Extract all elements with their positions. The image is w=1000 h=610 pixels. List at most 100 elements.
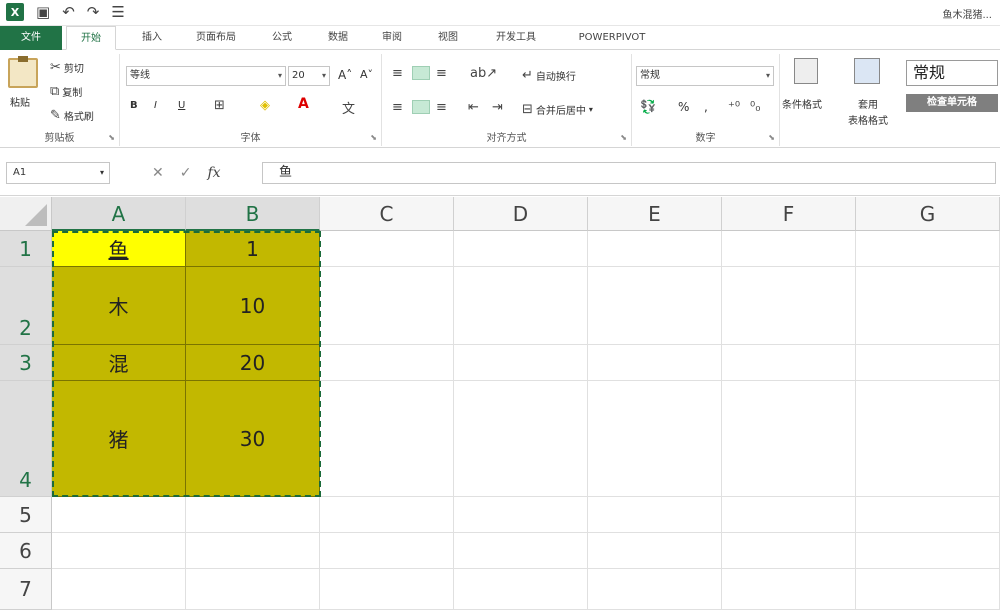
cell-b3[interactable]: 20 [186,345,320,381]
cell-e6[interactable] [588,533,722,569]
wrap-text-button[interactable]: ↵ 自动换行 [522,68,576,83]
cell-a5[interactable] [52,497,186,533]
cell-d7[interactable] [454,569,588,610]
align-center-icon[interactable] [412,100,430,114]
percent-button[interactable]: % [678,100,689,114]
tab-review[interactable]: 审阅 [372,26,412,50]
decrease-indent-icon[interactable]: ⇤ [468,100,479,115]
bold-button[interactable]: B [130,100,138,111]
fill-color-icon[interactable]: ◈ [260,98,270,113]
cell-c1[interactable] [320,231,454,267]
align-right-icon[interactable]: ≡ [436,100,447,115]
underline-button[interactable]: U [178,100,185,111]
select-all-button[interactable] [0,197,52,231]
align-bottom-icon[interactable]: ≡ [436,66,447,81]
tab-powerpivot[interactable]: POWERPIVOT [566,26,658,50]
cell-f7[interactable] [722,569,856,610]
cell-a1[interactable]: 鱼 [52,231,186,267]
cell-g7[interactable] [856,569,1000,610]
align-middle-icon[interactable] [412,66,430,80]
cell-b6[interactable] [186,533,320,569]
align-top-icon[interactable]: ≡ [392,66,403,81]
format-as-table-icon[interactable] [854,58,880,84]
cell-c3[interactable] [320,345,454,381]
accounting-format-icon[interactable]: 💱 [640,100,656,115]
alignment-launcher-icon[interactable]: ⬊ [620,133,627,142]
decrease-font-icon[interactable]: A˅ [360,68,373,81]
cell-f2[interactable] [722,267,856,345]
row-header-7[interactable]: 7 [0,569,52,610]
row-header-3[interactable]: 3 [0,345,52,381]
cell-f1[interactable] [722,231,856,267]
font-name-select[interactable]: 等线 ▾ [126,66,286,86]
cell-d3[interactable] [454,345,588,381]
row-header-6[interactable]: 6 [0,533,52,569]
increase-indent-icon[interactable]: ⇥ [492,100,503,115]
cell-a3[interactable]: 混 [52,345,186,381]
increase-font-icon[interactable]: A˄ [338,68,352,82]
tab-data[interactable]: 数据 [318,26,358,50]
undo-icon[interactable]: ↶ [62,3,75,21]
cell-d4[interactable] [454,381,588,497]
font-color-icon[interactable]: A [298,96,309,112]
orientation-icon[interactable]: ab↗ [470,66,497,81]
cell-f3[interactable] [722,345,856,381]
cell-a4[interactable]: 猪 [52,381,186,497]
cell-style-normal[interactable]: 常规 [906,60,998,86]
tab-view[interactable]: 视图 [428,26,468,50]
cell-c7[interactable] [320,569,454,610]
align-left-icon[interactable]: ≡ [392,100,403,115]
cell-b4[interactable]: 30 [186,381,320,497]
cell-e1[interactable] [588,231,722,267]
cell-e5[interactable] [588,497,722,533]
cell-c6[interactable] [320,533,454,569]
cell-b7[interactable] [186,569,320,610]
column-header-e[interactable]: E [588,197,722,231]
cell-e4[interactable] [588,381,722,497]
cell-f6[interactable] [722,533,856,569]
cell-style-check-cell[interactable]: 检查单元格 [906,94,998,112]
cell-c5[interactable] [320,497,454,533]
column-header-a[interactable]: A [52,197,186,231]
cell-b5[interactable] [186,497,320,533]
cut-button[interactable]: ✂ 剪切 [50,60,84,75]
tab-insert[interactable]: 插入 [132,26,172,50]
column-header-g[interactable]: G [856,197,1000,231]
name-box[interactable]: A1 ▾ [6,162,110,184]
comma-button[interactable]: , [704,100,708,114]
format-painter-button[interactable]: ✎ 格式刷 [50,108,94,123]
cell-g5[interactable] [856,497,1000,533]
decrease-decimal-icon[interactable]: ⁰₀ [750,100,760,115]
tab-developer[interactable]: 开发工具 [484,26,548,50]
border-icon[interactable]: ⊞ [214,98,225,113]
clipboard-launcher-icon[interactable]: ⬊ [108,133,115,142]
cell-g2[interactable] [856,267,1000,345]
formula-input[interactable]: 鱼 [262,162,996,184]
column-header-d[interactable]: D [454,197,588,231]
cell-b2[interactable]: 10 [186,267,320,345]
cell-e7[interactable] [588,569,722,610]
tab-page-layout[interactable]: 页面布局 [186,26,246,50]
merge-center-button[interactable]: ⊟ 合并后居中 ▾ [522,102,593,117]
redo-icon[interactable]: ↷ [87,3,100,21]
row-header-5[interactable]: 5 [0,497,52,533]
cell-b1[interactable]: 1 [186,231,320,267]
cell-f4[interactable] [722,381,856,497]
italic-button[interactable]: I [154,100,157,111]
form-icon[interactable]: ☰ [111,3,124,21]
tab-file[interactable]: 文件 [0,26,62,50]
cell-a2[interactable]: 木 [52,267,186,345]
font-size-select[interactable]: 20 ▾ [288,66,330,86]
cell-d1[interactable] [454,231,588,267]
paste-button[interactable]: 粘贴 [10,94,30,109]
column-header-c[interactable]: C [320,197,454,231]
cell-d2[interactable] [454,267,588,345]
insert-function-icon[interactable]: fx [207,165,220,181]
phonetic-icon[interactable]: 文 [342,98,355,117]
enter-icon[interactable]: ✓ [180,165,192,181]
number-launcher-icon[interactable]: ⬊ [768,133,775,142]
column-header-f[interactable]: F [722,197,856,231]
cell-d5[interactable] [454,497,588,533]
conditional-format-icon[interactable] [794,58,818,84]
cell-a6[interactable] [52,533,186,569]
